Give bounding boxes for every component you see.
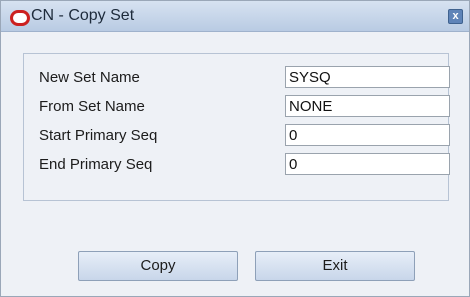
from-set-name-row: From Set Name [39,95,450,117]
title-bar: CN - Copy Set x [1,1,469,32]
start-primary-seq-field[interactable] [285,124,450,146]
exit-button[interactable]: Exit [255,251,415,281]
start-primary-seq-label: Start Primary Seq [39,127,158,144]
new-set-name-label: New Set Name [39,69,140,86]
oracle-logo-icon [10,10,30,26]
close-icon[interactable]: x [448,9,463,24]
end-primary-seq-label: End Primary Seq [39,156,153,173]
new-set-name-field[interactable] [285,66,450,88]
window-title: CN - Copy Set [31,7,135,24]
end-primary-seq-field[interactable] [285,153,450,175]
start-primary-seq-row: Start Primary Seq [39,124,450,146]
new-set-name-row: New Set Name [39,66,450,88]
form-panel: New Set Name From Set Name Start Primary… [23,53,450,201]
copy-button[interactable]: Copy [78,251,238,281]
copy-set-window: CN - Copy Set x New Set Name From Set Na… [0,0,470,297]
from-set-name-label: From Set Name [39,98,145,115]
from-set-name-field[interactable] [285,95,450,117]
end-primary-seq-row: End Primary Seq [39,153,450,175]
